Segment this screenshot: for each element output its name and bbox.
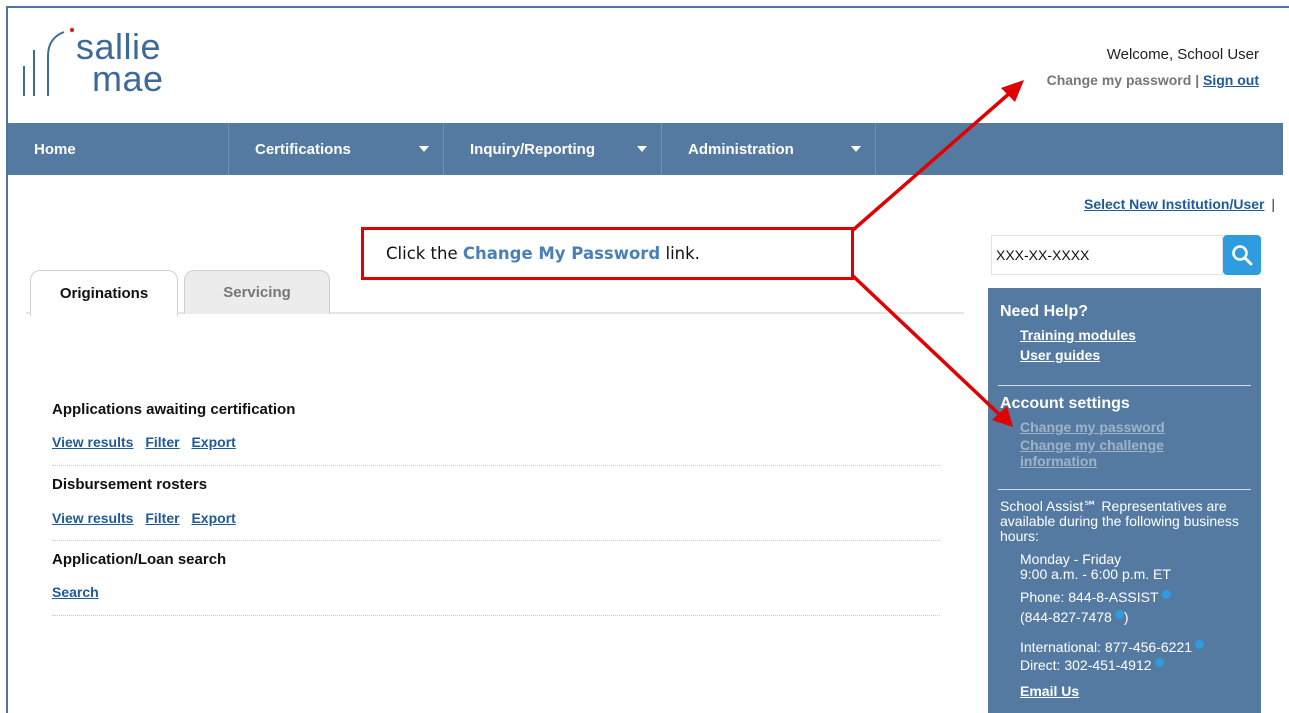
chevron-down-icon xyxy=(637,146,647,152)
search-button[interactable] xyxy=(1223,235,1261,275)
international-phone-text: International: 877-456-6221 xyxy=(1020,640,1260,655)
nav-certifications-label: Certifications xyxy=(255,140,351,158)
section-title-loan-search: Application/Loan search xyxy=(52,551,227,568)
section-divider xyxy=(52,615,940,616)
section-links-loan-search: Search xyxy=(52,584,107,600)
disbursement-view-results-link[interactable]: View results xyxy=(52,510,133,526)
international-label: International: 877-456-6221 xyxy=(1020,639,1193,655)
select-new-institution-link[interactable]: Select New Institution/User xyxy=(1084,196,1264,212)
phone-text: Phone: 844-8-ASSIST xyxy=(1020,590,1260,605)
direct-phone-text: Direct: 302-451-4912 xyxy=(1020,658,1260,673)
panel-divider xyxy=(998,385,1251,386)
section-links-applications: View results Filter Export xyxy=(52,434,244,450)
change-my-password-link[interactable]: Change my password xyxy=(1020,419,1220,435)
chevron-down-icon xyxy=(419,146,429,152)
callout-highlight: Change My Password xyxy=(462,244,661,263)
phone-icon[interactable] xyxy=(1154,658,1164,667)
loan-search-link[interactable]: Search xyxy=(52,584,99,600)
direct-label: Direct: 302-451-4912 xyxy=(1020,657,1152,673)
panel-divider xyxy=(998,489,1251,490)
nav-home-label: Home xyxy=(34,140,76,158)
need-help-heading: Need Help? xyxy=(1000,303,1089,320)
callout-prefix: Click the xyxy=(386,244,458,263)
section-title-disbursement: Disbursement rosters xyxy=(52,476,208,493)
phone-numeric-text: (844-827-7478) xyxy=(1020,610,1260,625)
training-modules-link[interactable]: Training modules xyxy=(1020,327,1136,343)
welcome-text: Welcome, School User xyxy=(1106,46,1259,63)
callout-suffix: link. xyxy=(665,244,700,263)
ssn-search-input[interactable] xyxy=(991,235,1223,275)
business-days-text: Monday - Friday xyxy=(1020,551,1122,567)
section-divider xyxy=(52,540,940,541)
account-settings-heading: Account settings xyxy=(1000,395,1130,412)
instruction-callout: Click the Change My Password link. xyxy=(361,227,854,280)
phone-icon[interactable] xyxy=(1114,610,1124,619)
main-nav: Home Certifications Inquiry/Reporting Ad… xyxy=(8,123,1283,175)
select-institution-row: Select New Institution/User | xyxy=(1084,196,1275,212)
nav-administration[interactable]: Administration xyxy=(662,123,876,175)
tab-servicing[interactable]: Servicing xyxy=(184,270,330,314)
help-panel: Need Help? Training modules User guides … xyxy=(988,288,1261,713)
phone-numeric-label: (844-827-7478 xyxy=(1020,609,1112,625)
search-icon xyxy=(1232,245,1253,266)
phone-icon[interactable] xyxy=(1195,640,1205,649)
nav-home[interactable]: Home xyxy=(8,123,229,175)
hours-intro-text: School Assist℠ Representatives are avail… xyxy=(1000,498,1239,544)
nav-certifications[interactable]: Certifications xyxy=(229,123,444,175)
arrow-to-panel-link xyxy=(851,274,1002,417)
change-challenge-info-link[interactable]: Change my challenge information xyxy=(1020,437,1220,469)
disbursement-export-link[interactable]: Export xyxy=(191,510,235,526)
phone-label: Phone: 844-8-ASSIST xyxy=(1020,589,1159,605)
disbursement-filter-link[interactable]: Filter xyxy=(145,510,179,526)
arrowhead-icon xyxy=(1001,80,1024,102)
phone-icon[interactable] xyxy=(1161,590,1171,599)
select-institution-separator: | xyxy=(1271,196,1275,212)
page-frame: sallie mae Welcome, School User Change m… xyxy=(6,6,1289,713)
sallie-mae-logo[interactable]: sallie mae xyxy=(18,22,188,102)
tab-servicing-label: Servicing xyxy=(223,284,291,301)
applications-view-results-link[interactable]: View results xyxy=(52,434,133,450)
header-separator: | xyxy=(1195,72,1200,88)
nav-inquiry-reporting[interactable]: Inquiry/Reporting xyxy=(444,123,662,175)
user-guides-link[interactable]: User guides xyxy=(1020,347,1100,363)
chevron-down-icon xyxy=(851,146,861,152)
business-hours-text: 9:00 a.m. - 6:00 p.m. ET xyxy=(1020,566,1171,582)
logo-text-mae: mae xyxy=(92,58,164,99)
sign-out-link[interactable]: Sign out xyxy=(1203,72,1259,88)
tab-originations[interactable]: Originations xyxy=(30,270,178,316)
nav-administration-label: Administration xyxy=(688,140,794,158)
applications-export-link[interactable]: Export xyxy=(191,434,235,450)
email-us-link[interactable]: Email Us xyxy=(1020,683,1079,699)
applications-filter-link[interactable]: Filter xyxy=(145,434,179,450)
logo-mark-icon xyxy=(23,27,75,96)
tab-originations-label: Originations xyxy=(59,285,149,302)
phone-numeric-close: ) xyxy=(1123,609,1129,625)
section-links-disbursement: View results Filter Export xyxy=(52,510,244,526)
header-links: Change my password | Sign out xyxy=(1047,72,1259,88)
section-divider xyxy=(52,465,940,466)
section-title-applications: Applications awaiting certification xyxy=(52,401,296,418)
change-password-header-link[interactable]: Change my password xyxy=(1047,72,1192,88)
nav-inquiry-label: Inquiry/Reporting xyxy=(470,140,595,158)
